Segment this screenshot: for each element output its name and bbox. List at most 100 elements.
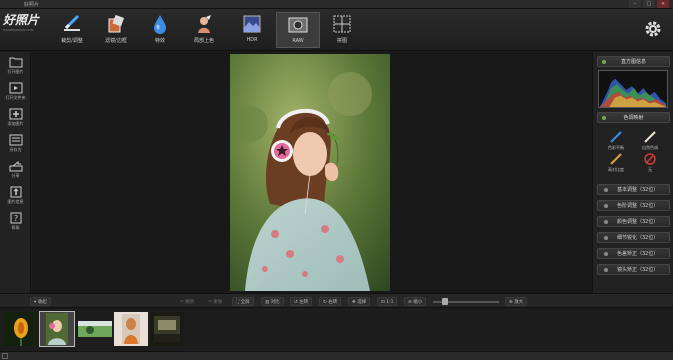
brush-orange-icon bbox=[610, 153, 622, 165]
zoom-slider[interactable] bbox=[433, 298, 499, 305]
tone-option-natural[interactable]: 自然色调 bbox=[635, 130, 665, 154]
adjust-chromatic[interactable]: 色差矫正（32位） bbox=[597, 248, 670, 259]
rotate-right-label: 右转 bbox=[328, 300, 338, 305]
thumbnail-woman-headphones[interactable] bbox=[39, 311, 75, 347]
tool-filter-frame[interactable]: 滤镜/边框 bbox=[94, 12, 138, 48]
brush-blue-icon bbox=[610, 131, 622, 143]
redo-label: 重做 bbox=[213, 300, 223, 305]
zoom-slider-knob[interactable] bbox=[442, 298, 448, 305]
left-item-label: 图片信息 bbox=[7, 199, 24, 204]
add-image-button[interactable]: 添加图片 bbox=[0, 108, 31, 132]
none-circle-icon bbox=[644, 153, 656, 165]
rotate-left-label: 左转 bbox=[299, 300, 309, 305]
gear-icon[interactable] bbox=[643, 19, 663, 39]
tone-option-high-contrast[interactable]: 高对比度 bbox=[601, 152, 631, 176]
share-icon bbox=[9, 160, 22, 172]
fullscreen-button[interactable]: ⛶ 全屏 bbox=[232, 297, 254, 306]
close-button[interactable]: × bbox=[657, 0, 669, 8]
left-item-label: 打开文件夹 bbox=[5, 95, 26, 100]
minimize-button[interactable]: – bbox=[629, 0, 641, 8]
tone-option-label: 自然色调 bbox=[642, 145, 658, 150]
crop-adjust-icon bbox=[64, 14, 80, 31]
adjust-sharpen[interactable]: 细节锐化（32位） bbox=[597, 232, 670, 243]
compare-label: 对比 bbox=[270, 300, 280, 305]
tone-option-label: 无 bbox=[648, 167, 652, 172]
tool-crop-adjust[interactable]: 裁剪/调整 bbox=[50, 12, 94, 48]
expand-dot-icon bbox=[602, 60, 606, 64]
select-label: 选择 bbox=[357, 300, 367, 305]
zoom-in-label: 放大 bbox=[514, 300, 524, 305]
photo-canvas[interactable] bbox=[32, 52, 592, 293]
hdr-icon bbox=[243, 15, 261, 33]
adjust-label: 色阶调整（32位） bbox=[617, 203, 659, 209]
tool-label: 拼图 bbox=[336, 38, 347, 44]
expand-dot-icon bbox=[604, 252, 608, 256]
adjust-label: 颜色调整（32位） bbox=[617, 219, 659, 225]
tool-raw[interactable]: RAW bbox=[276, 12, 320, 48]
main-toolbar: 好照片 HAOZHAOPIAN.COM 裁剪/调整 滤镜/边框 特效 局部上色 bbox=[0, 9, 673, 51]
tone-option-none[interactable]: 无 bbox=[635, 152, 665, 176]
adjust-label: 镜头矫正（32位） bbox=[617, 267, 659, 273]
thumbnail-green-landscape[interactable] bbox=[78, 312, 112, 346]
select-button[interactable]: ✥ 选择 bbox=[348, 297, 371, 306]
help-button[interactable]: ? 帮助 bbox=[0, 212, 31, 236]
collapse-button[interactable]: ▾ 收起 bbox=[30, 297, 51, 306]
zoom-out-label: 缩小 bbox=[413, 300, 423, 305]
undo-label: 撤销 bbox=[185, 300, 195, 305]
logo-text: 好照片 bbox=[3, 13, 40, 27]
left-item-label: 分享 bbox=[11, 173, 20, 178]
status-bar bbox=[0, 351, 673, 360]
adjust-basic[interactable]: 基本调整（32位） bbox=[597, 184, 670, 195]
zoom-in-button[interactable]: ⊕ 放大 bbox=[505, 297, 528, 306]
histogram-chart bbox=[598, 70, 668, 108]
window-controls: – □ × bbox=[629, 0, 669, 8]
resize-grip-icon[interactable] bbox=[2, 353, 8, 359]
adjust-color[interactable]: 颜色调整（32位） bbox=[597, 216, 670, 227]
main-photo[interactable] bbox=[230, 54, 390, 291]
tool-label: RAW bbox=[292, 38, 304, 44]
maximize-button[interactable]: □ bbox=[643, 0, 655, 8]
share-button[interactable]: 分享 bbox=[0, 160, 31, 184]
adjust-levels[interactable]: 色阶调整（32位） bbox=[597, 200, 670, 211]
adjust-lens[interactable]: 镜头矫正（32位） bbox=[597, 264, 670, 275]
save-as-button[interactable]: 另存为 bbox=[0, 134, 31, 158]
expand-dot-icon bbox=[604, 188, 608, 192]
thumbnail-portrait-orange[interactable] bbox=[114, 312, 148, 346]
tool-hdr[interactable]: HDR bbox=[230, 12, 274, 48]
fullscreen-label: 全屏 bbox=[240, 300, 250, 305]
actual-size-label: 1:1 bbox=[386, 300, 394, 305]
rotate-right-button[interactable]: ↻ 右转 bbox=[319, 297, 342, 306]
tone-mapping-header[interactable]: 色调映射 bbox=[597, 112, 670, 123]
collage-icon bbox=[333, 15, 351, 33]
undo-button[interactable]: ↶ 撤销 bbox=[176, 297, 198, 306]
tone-option-color-balance[interactable]: 色彩平衡 bbox=[601, 130, 631, 154]
adjust-label: 细节锐化（32位） bbox=[617, 235, 659, 241]
tool-effects[interactable]: 特效 bbox=[138, 12, 182, 48]
open-folder-button[interactable]: 打开文件夹 bbox=[0, 82, 31, 106]
expand-dot-icon bbox=[604, 204, 608, 208]
image-info-button[interactable]: 图片信息 bbox=[0, 186, 31, 210]
redo-button[interactable]: ↷ 重做 bbox=[204, 297, 226, 306]
tool-collage[interactable]: 拼图 bbox=[320, 12, 364, 48]
open-folder-icon bbox=[9, 57, 22, 68]
thumbnail-flower[interactable] bbox=[4, 312, 38, 346]
left-item-label: 打开图片 bbox=[7, 69, 24, 74]
actual-size-button[interactable]: ⊡ 1:1 bbox=[377, 297, 398, 306]
left-item-label: 另存为 bbox=[9, 147, 22, 152]
window-title: 好照片 bbox=[24, 2, 40, 8]
expand-dot-icon bbox=[602, 116, 606, 120]
compare-button[interactable]: ▥ 对比 bbox=[261, 297, 284, 306]
tool-label: 特效 bbox=[154, 38, 165, 44]
adjust-label: 色差矫正（32位） bbox=[617, 251, 659, 257]
rotate-left-button[interactable]: ↺ 左转 bbox=[290, 297, 313, 306]
logo-subtitle: HAOZHAOPIAN.COM bbox=[3, 28, 34, 32]
thumbnail-dark-scene[interactable] bbox=[150, 312, 184, 346]
histogram-header[interactable]: 直方图信息 bbox=[597, 56, 670, 67]
tone-option-label: 色彩平衡 bbox=[608, 145, 624, 150]
tool-local-color[interactable]: 局部上色 bbox=[182, 12, 226, 48]
open-image-button[interactable]: 打开图片 bbox=[0, 56, 31, 80]
brush-white-icon bbox=[644, 131, 656, 143]
zoom-out-button[interactable]: ⊖ 缩小 bbox=[404, 297, 427, 306]
collapse-label: 收起 bbox=[37, 300, 47, 305]
tool-label: HDR bbox=[246, 37, 258, 43]
